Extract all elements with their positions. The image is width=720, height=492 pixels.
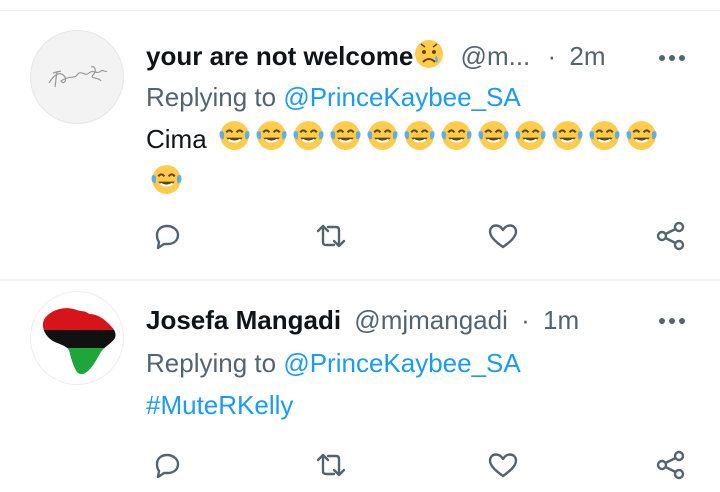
tweet-text-content: Cima	[146, 124, 207, 154]
avatar[interactable]	[30, 30, 124, 124]
separator-dot: ·	[547, 40, 557, 71]
avatar[interactable]	[30, 291, 124, 385]
reply-icon	[155, 224, 180, 250]
sad-tear-face-icon	[413, 38, 445, 78]
timestamp[interactable]: 2m	[569, 41, 605, 71]
face-with-tears-of-joy-icon	[218, 119, 251, 163]
tweet-text: Cima	[146, 119, 686, 207]
face-with-tears-of-joy-icon	[625, 119, 658, 163]
like-icon	[488, 224, 518, 249]
display-name[interactable]: Josefa Mangadi	[146, 305, 341, 335]
replying-to-line: Replying to @PrinceKaybee_SA	[146, 80, 521, 114]
share-icon	[656, 450, 685, 480]
reply-button[interactable]	[150, 220, 184, 252]
tweet-item[interactable]: Josefa Mangadi @mjmangadi · 1m Replying …	[0, 281, 720, 492]
user-handle[interactable]: @mjmangadi	[354, 305, 508, 335]
face-with-tears-of-joy-icon	[329, 119, 362, 163]
retweet-button[interactable]	[314, 449, 348, 481]
retweet-icon	[316, 453, 346, 477]
more-dots-icon	[659, 55, 685, 61]
share-icon	[656, 221, 685, 251]
retweet-icon	[316, 224, 346, 248]
display-name[interactable]: your are not welcome	[146, 41, 413, 71]
face-with-tears-of-joy-icon	[150, 163, 183, 207]
reply-button[interactable]	[150, 449, 184, 481]
replying-to-label: Replying to	[146, 348, 284, 378]
separator-dot: ·	[521, 305, 530, 335]
tweet-item[interactable]: your are not welcome @m... · 2m Replying…	[0, 0, 720, 280]
face-with-tears-of-joy-icon	[514, 119, 547, 163]
more-options-button[interactable]	[652, 48, 692, 68]
user-handle[interactable]: @m...	[461, 41, 531, 71]
hashtag-link[interactable]: #MuteRKelly	[146, 390, 293, 420]
face-with-tears-of-joy-icon	[588, 119, 621, 163]
retweet-button[interactable]	[314, 220, 348, 252]
emoji-row	[146, 121, 658, 198]
face-with-tears-of-joy-icon	[440, 119, 473, 163]
face-with-tears-of-joy-icon	[255, 119, 288, 163]
avatar-signature-logo	[48, 66, 108, 88]
tweet-actions	[146, 449, 706, 481]
replying-to-line: Replying to @PrinceKaybee_SA	[146, 346, 521, 380]
share-button[interactable]	[654, 449, 688, 481]
mention-link[interactable]: @PrinceKaybee_SA	[283, 82, 520, 112]
face-with-tears-of-joy-icon	[551, 119, 584, 163]
tweet-actions	[146, 220, 706, 252]
face-with-tears-of-joy-icon	[403, 119, 436, 163]
timestamp[interactable]: 1m	[543, 305, 579, 335]
face-with-tears-of-joy-icon	[292, 119, 325, 163]
face-with-tears-of-joy-icon	[477, 119, 510, 163]
reply-icon	[155, 453, 180, 479]
like-button[interactable]	[486, 449, 520, 481]
like-button[interactable]	[486, 220, 520, 252]
like-icon	[488, 453, 518, 478]
more-options-button[interactable]	[652, 311, 692, 331]
africa-flag-map-icon	[42, 308, 116, 375]
tweet-header: Josefa Mangadi @mjmangadi · 1m	[146, 303, 579, 337]
face-with-tears-of-joy-icon	[366, 119, 399, 163]
tweet-text: #MuteRKelly	[146, 388, 293, 422]
replying-to-label: Replying to	[146, 82, 284, 112]
share-button[interactable]	[654, 220, 688, 252]
mention-link[interactable]: @PrinceKaybee_SA	[283, 348, 520, 378]
tweet-header: your are not welcome @m... · 2m	[146, 38, 606, 78]
more-dots-icon	[659, 318, 685, 324]
